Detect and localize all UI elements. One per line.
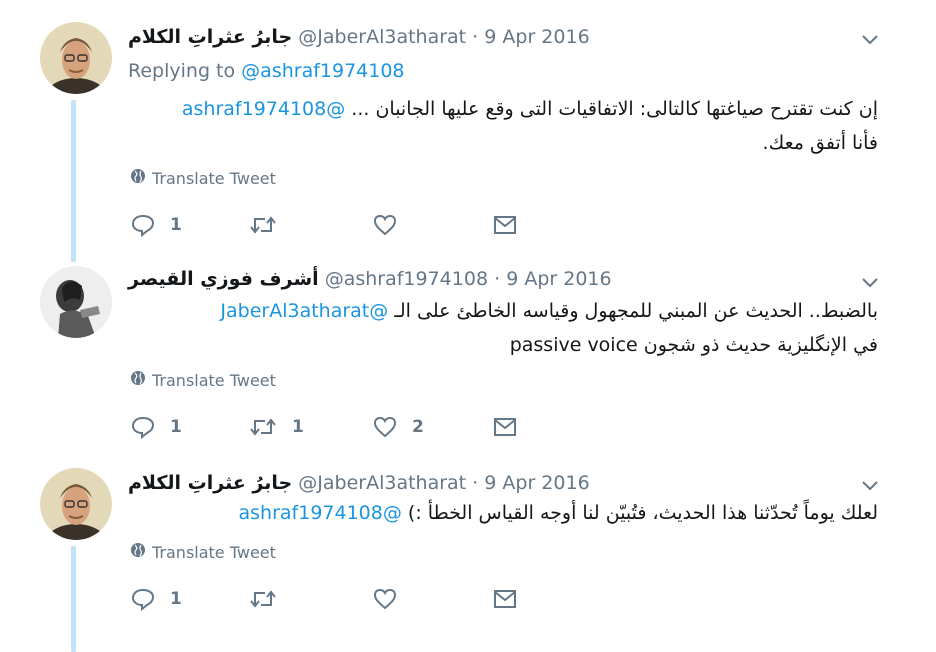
- chevron-down-icon[interactable]: [860, 31, 880, 45]
- avatar[interactable]: [40, 468, 112, 540]
- display-name[interactable]: جابرُ عثراتِ الكلام: [128, 472, 292, 494]
- direct-message-button[interactable]: [492, 211, 518, 239]
- tweet-text-line: لعلك يوماً تُحدّثنا هذا الحديث، فتُبيّن …: [128, 496, 878, 530]
- mention-link[interactable]: @ashraf1974108: [239, 502, 402, 524]
- translate-tweet[interactable]: Translate Tweet: [130, 168, 276, 188]
- display-name[interactable]: أشرف فوزي القيصر: [128, 268, 319, 290]
- tweet-actions: 1: [130, 585, 530, 613]
- globe-icon: [130, 168, 152, 188]
- retweet-icon: [248, 415, 278, 439]
- tweet-date[interactable]: 9 Apr 2016: [506, 268, 611, 290]
- reply-icon: [130, 415, 156, 439]
- like-button[interactable]: 2: [372, 413, 424, 441]
- reply-count: 1: [170, 215, 182, 235]
- user-handle[interactable]: @JaberAl3atharat: [298, 472, 466, 494]
- translate-label: Translate Tweet: [152, 542, 276, 562]
- tweet-text-line: إن كنت تقترح صياغتها كالتالى: الاتفاقيات…: [128, 92, 878, 126]
- translate-label: Translate Tweet: [152, 370, 276, 390]
- translate-tweet[interactable]: Translate Tweet: [130, 370, 276, 390]
- like-button[interactable]: [372, 585, 412, 613]
- direct-message-icon: [492, 587, 518, 611]
- tweet-text-part: بالضبط.. الحديث عن المبني للمجهول وقياسه…: [394, 300, 878, 322]
- globe-icon: [130, 370, 152, 390]
- tweet-text-part: passive voice: [509, 334, 638, 356]
- reply-count: 1: [170, 589, 182, 609]
- direct-message-button[interactable]: [492, 413, 518, 441]
- tweet-actions: 1 1 2: [130, 413, 530, 441]
- direct-message-icon: [492, 415, 518, 439]
- tweet-text-line: في الإنگليزية حديث ذو شجون passive voice: [128, 328, 878, 362]
- reply-icon: [130, 587, 156, 611]
- display-name[interactable]: جابرُ عثراتِ الكلام: [128, 26, 292, 48]
- reply-count: 1: [170, 417, 182, 437]
- user-handle[interactable]: @ashraf1974108: [325, 268, 488, 290]
- tweet-text-line: بالضبط.. الحديث عن المبني للمجهول وقياسه…: [128, 294, 878, 328]
- tweet-header: جابرُ عثراتِ الكلام @JaberAl3atharat · 9…: [128, 470, 856, 496]
- tweet-actions: 1: [130, 211, 530, 239]
- direct-message-button[interactable]: [492, 585, 518, 613]
- tweet-text: إن كنت تقترح صياغتها كالتالى: الاتفاقيات…: [128, 92, 878, 160]
- retweet-icon: [248, 587, 278, 611]
- separator-dot: ·: [472, 472, 479, 494]
- tweet-date[interactable]: 9 Apr 2016: [484, 26, 589, 48]
- like-icon: [372, 415, 398, 439]
- tweet-text-part: في الإنگليزية حديث ذو شجون: [643, 334, 878, 356]
- retweet-button[interactable]: [248, 211, 292, 239]
- chevron-down-icon[interactable]: [860, 274, 880, 288]
- retweet-button[interactable]: 1: [248, 413, 304, 441]
- tweet-text-part: إن كنت تقترح صياغتها كالتالى: الاتفاقيات…: [351, 98, 878, 120]
- tweet-text-line: فأنا أتفق معك.: [762, 132, 878, 154]
- chevron-down-icon[interactable]: [860, 477, 880, 491]
- replying-to: Replying to @ashraf1974108: [128, 60, 405, 82]
- reply-button[interactable]: 1: [130, 211, 182, 239]
- replying-to-label: Replying to: [128, 60, 236, 82]
- separator-dot: ·: [472, 26, 479, 48]
- tweet-date[interactable]: 9 Apr 2016: [484, 472, 589, 494]
- avatar[interactable]: [40, 266, 112, 338]
- tweet[interactable]: أشرف فوزي القيصر @ashraf1974108 · 9 Apr …: [0, 262, 936, 456]
- replying-to-link[interactable]: @ashraf1974108: [241, 60, 404, 82]
- globe-icon: [130, 542, 152, 562]
- retweet-icon: [248, 213, 278, 237]
- like-button[interactable]: [372, 211, 412, 239]
- retweet-count: 1: [292, 417, 304, 437]
- tweet-header: جابرُ عثراتِ الكلام @JaberAl3atharat · 9…: [128, 24, 856, 50]
- avatar[interactable]: [40, 22, 112, 94]
- translate-label: Translate Tweet: [152, 168, 276, 188]
- separator-dot: ·: [494, 268, 501, 290]
- mention-link[interactable]: @JaberAl3atharat: [220, 300, 388, 322]
- tweet-text-part: لعلك يوماً تُحدّثنا هذا الحديث، فتُبيّن …: [407, 502, 878, 524]
- retweet-button[interactable]: [248, 585, 292, 613]
- translate-tweet[interactable]: Translate Tweet: [130, 542, 276, 562]
- reply-button[interactable]: 1: [130, 585, 182, 613]
- tweet-header: أشرف فوزي القيصر @ashraf1974108 · 9 Apr …: [128, 266, 856, 292]
- tweet-text: بالضبط.. الحديث عن المبني للمجهول وقياسه…: [128, 294, 878, 362]
- user-handle[interactable]: @JaberAl3atharat: [298, 26, 466, 48]
- tweet[interactable]: جابرُ عثراتِ الكلام @JaberAl3atharat · 9…: [0, 0, 936, 262]
- like-icon: [372, 213, 398, 237]
- reply-button[interactable]: 1: [130, 413, 182, 441]
- reply-icon: [130, 213, 156, 237]
- direct-message-icon: [492, 213, 518, 237]
- tweet-text: لعلك يوماً تُحدّثنا هذا الحديث، فتُبيّن …: [128, 496, 878, 530]
- like-icon: [372, 587, 398, 611]
- tweet[interactable]: جابرُ عثراتِ الكلام @JaberAl3atharat · 9…: [0, 456, 936, 652]
- like-count: 2: [412, 417, 424, 437]
- mention-link[interactable]: @ashraf1974108: [182, 98, 345, 120]
